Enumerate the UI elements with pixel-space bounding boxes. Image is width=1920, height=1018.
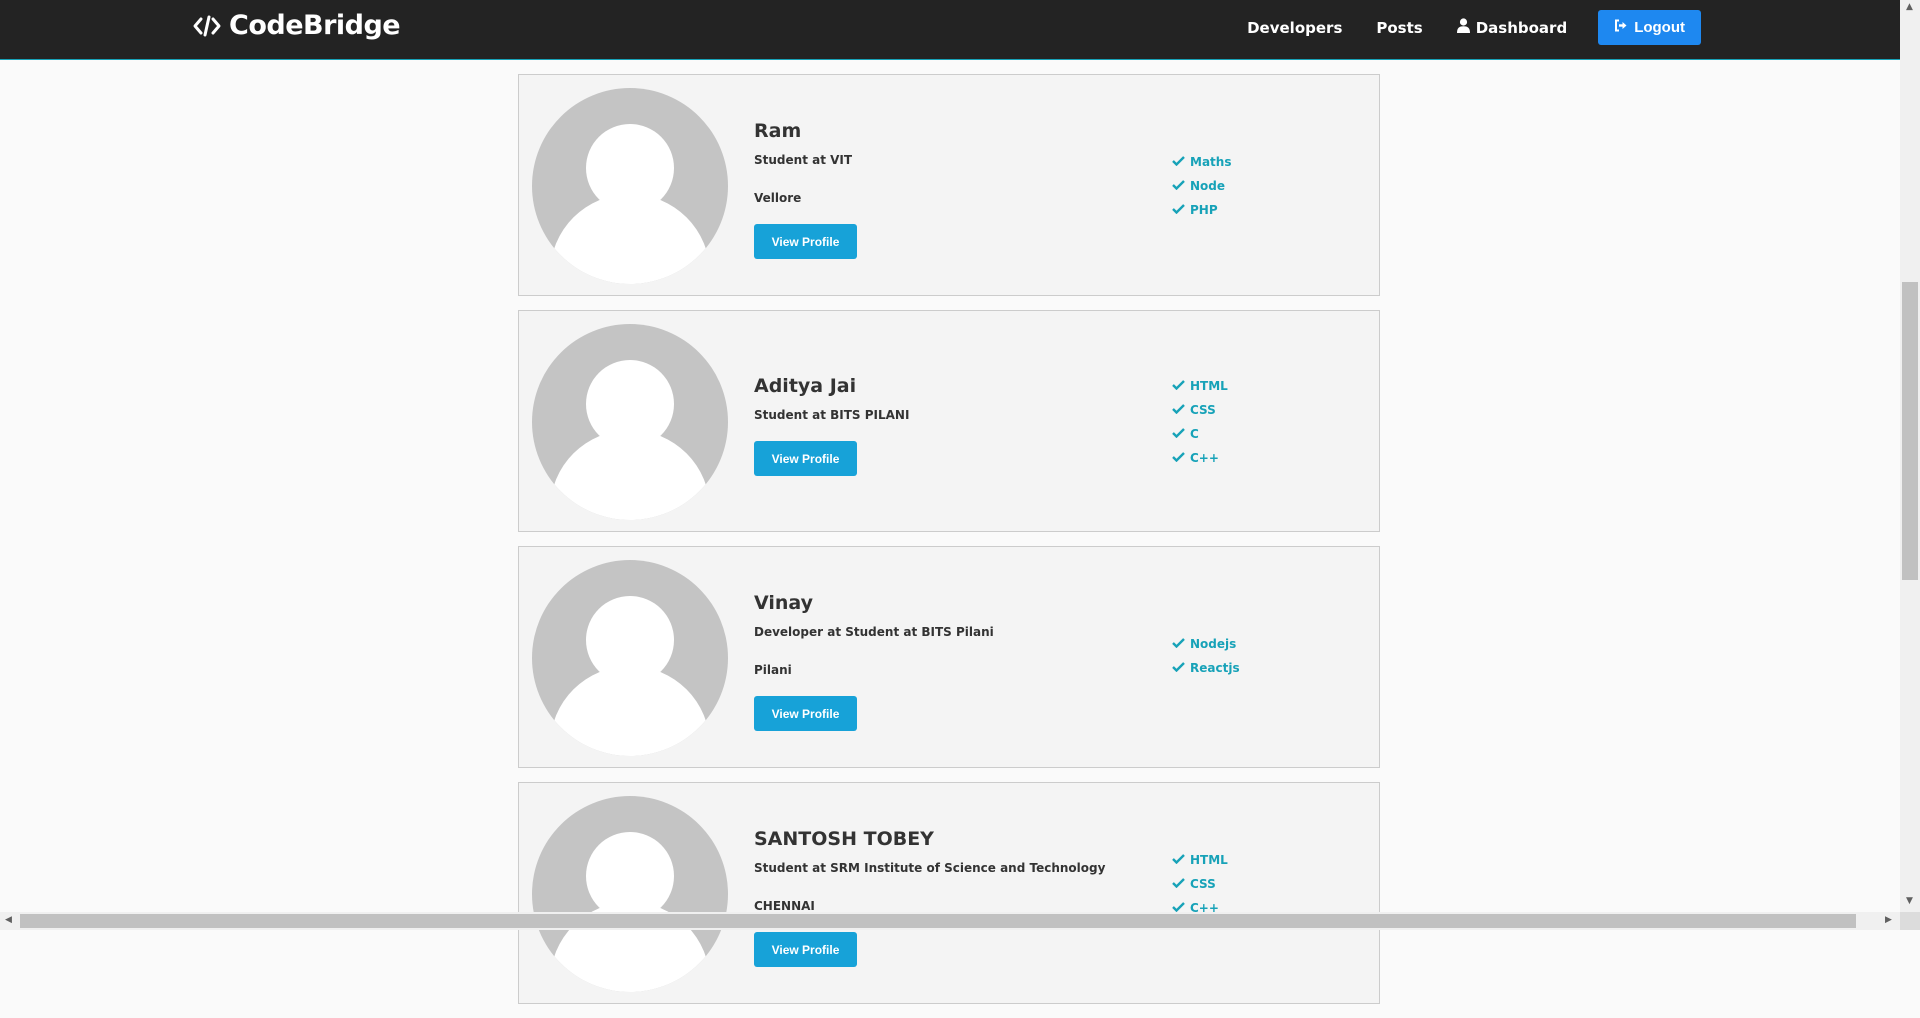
logout-button[interactable]: Logout (1598, 10, 1701, 45)
profile-status: Developer at Student at BITS Pilani (754, 625, 994, 639)
profile-status: Student at SRM Institute of Science and … (754, 861, 1106, 875)
navbar: CodeBridge Developers Posts Dashboard Lo… (0, 0, 1900, 60)
skill-item: HTML (1172, 853, 1228, 867)
skill-label: Nodejs (1190, 637, 1237, 651)
skill-item: PHP (1172, 203, 1218, 217)
skill-item: CSS (1172, 403, 1216, 417)
skill-label: CSS (1190, 877, 1216, 891)
skill-item: C++ (1172, 451, 1219, 465)
skill-label: PHP (1190, 203, 1218, 217)
code-icon (193, 15, 221, 37)
skill-label: Maths (1190, 155, 1232, 169)
profile-card: Ram Student at VIT Vellore View Profile … (518, 74, 1380, 296)
check-icon (1172, 451, 1185, 465)
profile-name: SANTOSH TOBEY (754, 828, 934, 850)
profile-name: Vinay (754, 592, 814, 614)
skill-item: Node (1172, 179, 1225, 193)
avatar (532, 88, 728, 284)
skill-item: C (1172, 427, 1199, 441)
skill-item: CSS (1172, 877, 1216, 891)
brand-link[interactable]: CodeBridge (193, 10, 401, 41)
skill-label: HTML (1190, 379, 1228, 393)
avatar (532, 324, 728, 520)
nav-posts-link[interactable]: Posts (1376, 19, 1422, 37)
scrollbar-corner (1900, 912, 1920, 930)
nav-dashboard-label: Dashboard (1475, 18, 1568, 37)
skill-label: Node (1190, 179, 1226, 193)
skill-item: HTML (1172, 379, 1228, 393)
check-icon (1172, 877, 1185, 891)
profile-name: Aditya Jai (754, 375, 857, 397)
profile-location: CHENNAI (754, 899, 815, 913)
scroll-down-icon[interactable]: ▼ (1906, 896, 1913, 906)
check-icon (1172, 427, 1185, 441)
view-profile-button[interactable]: View Profile (754, 441, 857, 476)
horizontal-scroll-thumb[interactable] (20, 914, 1856, 928)
skill-label: C++ (1190, 451, 1219, 465)
view-profile-button[interactable]: View Profile (754, 696, 857, 731)
vertical-scroll-thumb[interactable] (1902, 282, 1918, 580)
profiles-list: Ram Student at VIT Vellore View Profile … (518, 74, 1380, 1018)
user-icon (1456, 18, 1470, 37)
view-profile-button[interactable]: View Profile (754, 932, 857, 967)
check-icon (1172, 637, 1185, 651)
profile-location: Pilani (754, 663, 792, 677)
check-icon (1172, 179, 1185, 193)
avatar (532, 560, 728, 756)
vertical-scrollbar[interactable]: ▲ ▼ (1900, 0, 1920, 912)
skill-label: CSS (1190, 403, 1216, 417)
check-icon (1172, 155, 1185, 169)
skill-item: Nodejs (1172, 637, 1236, 651)
skill-item: Maths (1172, 155, 1231, 169)
scroll-left-icon[interactable]: ◀ (5, 915, 12, 925)
skill-item: Reactjs (1172, 661, 1240, 675)
skill-label: Reactjs (1190, 661, 1240, 675)
skill-label: HTML (1190, 853, 1228, 867)
check-icon (1172, 403, 1185, 417)
profile-location: Vellore (754, 191, 802, 205)
check-icon (1172, 661, 1185, 675)
view-profile-button[interactable]: View Profile (754, 224, 857, 259)
logout-label: Logout (1634, 19, 1685, 36)
profile-card: Vinay Developer at Student at BITS Pilan… (518, 546, 1380, 768)
profile-status: Student at VIT (754, 153, 853, 167)
nav-links: Developers Posts Dashboard Logout (1213, 10, 1701, 45)
check-icon (1172, 853, 1185, 867)
profile-card: Aditya Jai Student at BITS PILANI View P… (518, 310, 1380, 532)
brand-name: CodeBridge (229, 10, 401, 41)
check-icon (1172, 203, 1185, 217)
avatar (532, 796, 728, 992)
nav-dashboard-link[interactable]: Dashboard (1456, 18, 1568, 37)
horizontal-scrollbar[interactable]: ◀ ▶ (0, 912, 1900, 930)
sign-out-icon (1614, 19, 1628, 36)
profile-card: SANTOSH TOBEY Student at SRM Institute o… (518, 782, 1380, 1004)
profile-status: Student at BITS PILANI (754, 408, 910, 422)
check-icon (1172, 379, 1185, 393)
nav-developers-link[interactable]: Developers (1247, 19, 1342, 37)
scroll-up-icon[interactable]: ▲ (1906, 2, 1913, 12)
profile-name: Ram (754, 120, 802, 142)
skill-label: C (1190, 427, 1199, 441)
scroll-right-icon[interactable]: ▶ (1885, 915, 1892, 925)
